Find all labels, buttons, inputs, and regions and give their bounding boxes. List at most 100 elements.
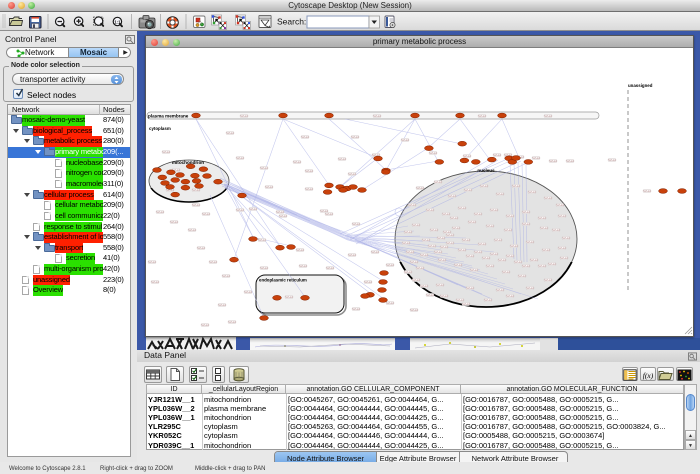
svg-text:Sxh-kd: Sxh-kd [440,295,448,298]
svg-text:Sxh-kd: Sxh-kd [480,185,488,188]
svg-text:Sxh-kd: Sxh-kd [522,265,530,268]
svg-text:Sxh-kd: Sxh-kd [478,115,486,118]
svg-text:Sxh-kd: Sxh-kd [482,257,490,260]
svg-text:Sxh-kd: Sxh-kd [228,321,236,324]
svg-text:Sxh-kd: Sxh-kd [420,254,428,257]
svg-text:Sxh-kd: Sxh-kd [462,239,470,242]
svg-text:Sxh-kd: Sxh-kd [446,242,454,245]
svg-text:Sxh-kd: Sxh-kd [192,189,200,192]
svg-text:Sxh-kd: Sxh-kd [434,181,442,184]
svg-text:Sxh-kd: Sxh-kd [544,279,552,282]
svg-text:Sxh-kd: Sxh-kd [386,264,394,267]
svg-text:Sxh-kd: Sxh-kd [514,261,522,264]
svg-text:Sxh-kd: Sxh-kd [420,285,428,288]
svg-text:Sxh-kd: Sxh-kd [404,271,412,274]
svg-text:unassigned: unassigned [628,83,653,88]
svg-text:Sxh-kd: Sxh-kd [528,191,536,194]
svg-text:Sxh-kd: Sxh-kd [428,245,436,248]
svg-text:Sxh-kd: Sxh-kd [197,247,205,250]
svg-text:Sxh-kd: Sxh-kd [276,211,284,214]
svg-text:Sxh-kd: Sxh-kd [518,275,526,278]
svg-text:Sxh-kd: Sxh-kd [351,136,359,139]
svg-text:f(x): f(x) [643,371,654,380]
svg-text:Sxh-kd: Sxh-kd [148,261,156,264]
svg-text:Sxh-kd: Sxh-kd [416,187,424,190]
svg-text:Sxh-kd: Sxh-kd [490,209,498,212]
svg-text:Sxh-kd: Sxh-kd [478,243,486,246]
svg-text:Sxh-kd: Sxh-kd [466,287,474,290]
svg-text:Sxh-kd: Sxh-kd [240,115,248,118]
svg-text:Sxh-kd: Sxh-kd [463,155,471,158]
svg-text:Sxh-kd: Sxh-kd [566,160,574,163]
svg-text:Sxh-kd: Sxh-kd [443,231,451,234]
svg-text:Sxh-kd: Sxh-kd [434,251,442,254]
svg-text:Sxh-kd: Sxh-kd [493,154,501,157]
svg-text:Sxh-kd: Sxh-kd [249,208,257,211]
svg-text:Sxh-kd: Sxh-kd [437,237,445,240]
svg-text:Sxh-kd: Sxh-kd [484,299,492,302]
svg-text:Sxh-kd: Sxh-kd [446,234,454,237]
svg-text:Sxh-kd: Sxh-kd [454,264,462,267]
svg-text:Sxh-kd: Sxh-kd [504,229,512,232]
svg-text:Sxh-kd: Sxh-kd [408,204,416,207]
svg-text:Sxh-kd: Sxh-kd [560,257,568,260]
svg-text:Sxh-kd: Sxh-kd [299,265,307,268]
svg-text:Sxh-kd: Sxh-kd [285,296,293,299]
svg-text:Sxh-kd: Sxh-kd [512,185,520,188]
svg-text:Sxh-kd: Sxh-kd [410,309,418,312]
svg-text:Sxh-kd: Sxh-kd [348,173,356,176]
svg-text:Sxh-kd: Sxh-kd [236,157,244,160]
svg-text:Sxh-kd: Sxh-kd [542,249,550,252]
svg-text:Sxh-kd: Sxh-kd [301,136,309,139]
svg-text:Sxh-kd: Sxh-kd [429,152,437,155]
svg-text:Sxh-kd: Sxh-kd [474,213,482,216]
svg-text:Sxh-kd: Sxh-kd [352,308,360,311]
svg-text:Sxh-kd: Sxh-kd [305,188,313,191]
svg-text:Sxh-kd: Sxh-kd [442,213,450,216]
svg-text:Sxh-kd: Sxh-kd [496,289,504,292]
svg-text:Sxh-kd: Sxh-kd [401,139,409,142]
svg-text:Sxh-kd: Sxh-kd [156,211,164,214]
svg-text:Sxh-kd: Sxh-kd [326,267,334,270]
svg-text:Sxh-kd: Sxh-kd [522,223,530,226]
svg-text:Sxh-kd: Sxh-kd [506,255,514,258]
svg-text:Sxh-kd: Sxh-kd [502,271,510,274]
svg-text:Sxh-kd: Sxh-kd [486,225,494,228]
svg-text:Sxh-kd: Sxh-kd [305,170,313,173]
svg-text:Sxh-kd: Sxh-kd [486,265,494,268]
svg-text:Sxh-kd: Sxh-kd [558,247,566,250]
svg-text:Sxh-kd: Sxh-kd [352,223,360,226]
svg-text:Sxh-kd: Sxh-kd [410,261,418,264]
svg-text:Sxh-kd: Sxh-kd [549,160,557,163]
svg-text:Sxh-kd: Sxh-kd [258,239,266,242]
svg-text:Sxh-kd: Sxh-kd [532,157,540,160]
svg-text:Sxh-kd: Sxh-kd [462,303,470,306]
svg-text:Sxh-kd: Sxh-kd [468,221,476,224]
svg-text:Sxh-kd: Sxh-kd [452,227,460,230]
svg-text:Sxh-kd: Sxh-kd [538,265,546,268]
svg-text:Sxh-kd: Sxh-kd [608,159,616,162]
svg-text:Sxh-kd: Sxh-kd [260,167,268,170]
svg-text:Sxh-kd: Sxh-kd [296,249,304,252]
svg-text:1:1: 1:1 [114,19,121,24]
svg-text:plasma membrane: plasma membrane [148,114,189,119]
svg-text:Sxh-kd: Sxh-kd [209,261,217,264]
svg-text:Sxh-kd: Sxh-kd [338,158,346,161]
svg-text:Sxh-kd: Sxh-kd [170,221,178,224]
svg-text:Sxh-kd: Sxh-kd [293,161,301,164]
svg-text:Sxh-kd: Sxh-kd [450,217,458,220]
svg-text:Sxh-kd: Sxh-kd [496,193,504,196]
svg-text:Sxh-kd: Sxh-kd [448,195,456,198]
svg-text:Sxh-kd: Sxh-kd [325,213,333,216]
svg-text:Sxh-kd: Sxh-kd [494,239,502,242]
svg-text:Sxh-kd: Sxh-kd [552,229,560,232]
svg-text:Sxh-kd: Sxh-kd [544,197,552,200]
svg-text:Sxh-kd: Sxh-kd [474,251,482,254]
svg-text:Sxh-kd: Sxh-kd [348,254,356,257]
svg-text:Sxh-kd: Sxh-kd [558,215,566,218]
svg-text:Sxh-kd: Sxh-kd [364,281,372,284]
svg-text:Sxh-kd: Sxh-kd [466,255,474,258]
svg-text:Sxh-kd: Sxh-kd [643,190,651,193]
svg-text:Sxh-kd: Sxh-kd [402,242,410,245]
svg-text:Sxh-kd: Sxh-kd [188,229,196,232]
